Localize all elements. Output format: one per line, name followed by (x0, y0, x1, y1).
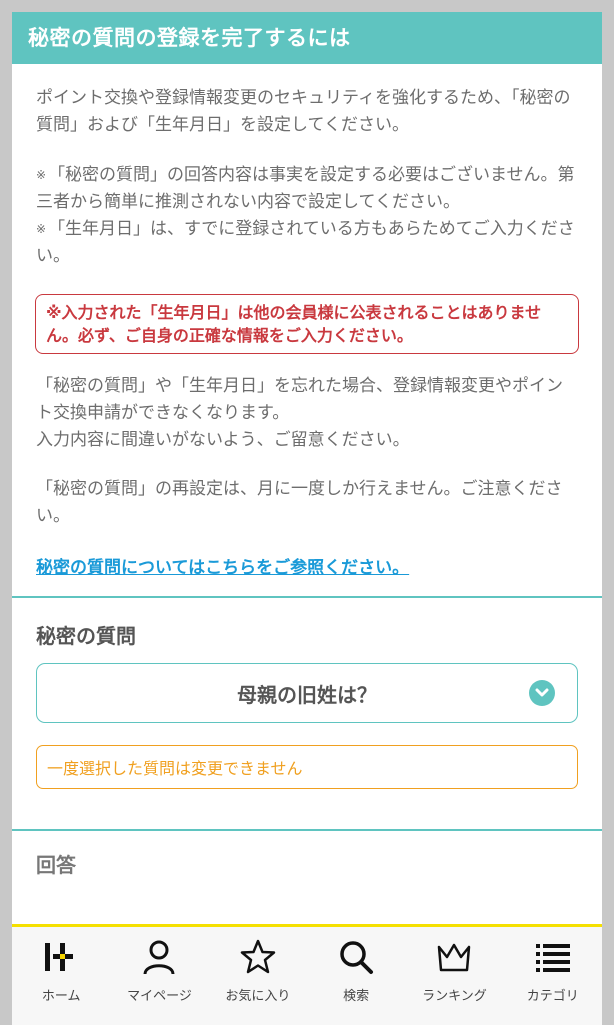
home-logo-icon (45, 943, 74, 971)
note-text: 「秘密の質問」の回答内容は事実を設定する必要はございません。第三者から簡単に推測… (36, 165, 575, 212)
tab-mypage[interactable]: マイページ (110, 927, 208, 1025)
chevron-down-icon (529, 680, 555, 706)
notes: ※ 「秘密の質問」の回答内容は事実を設定する必要はございません。第三者から簡単に推… (36, 162, 578, 270)
tab-label: マイページ (127, 989, 192, 1004)
registration-card: 秘密の質問の登録を完了するには ポイント交換や登録情報変更のセキュリティを強化す… (12, 12, 602, 1022)
tab-label: カテゴリ (526, 989, 579, 1004)
divider (12, 829, 602, 831)
tab-favorites[interactable]: お気に入り (209, 927, 307, 1025)
person-icon (143, 940, 175, 975)
list-icon (535, 944, 570, 972)
forget-warning-text: 「秘密の質問」や「生年月日」を忘れた場合、登録情報変更やポイント交換申請ができな… (36, 373, 578, 454)
note-text: 「生年月日」は、すでに登録されている方もあらためてご入力ください。 (36, 219, 575, 266)
question-label: 秘密の質問 (36, 624, 136, 648)
note-mark: ※ (36, 222, 47, 236)
answer-label: 回答 (36, 852, 76, 877)
tab-label: お気に入り (225, 989, 291, 1004)
help-link[interactable]: 秘密の質問についてはこちらをご参照ください。 (36, 554, 578, 582)
question-select[interactable]: 母親の旧姓は？ (36, 663, 578, 723)
forget-text-2: 入力内容に間違いがないよう、ご留意ください。 (36, 430, 410, 450)
question-selected-value: 母親の旧姓は？ (237, 682, 377, 707)
divider (12, 596, 602, 598)
star-icon (240, 939, 276, 974)
tab-search[interactable]: 検索 (307, 927, 405, 1025)
tab-label: ホーム (41, 989, 81, 1004)
tab-category[interactable]: カテゴリ (504, 927, 602, 1025)
bottom-tab-bar: ホーム マイページ お気に入り 検索 ランキング カテゴリ (12, 924, 602, 1025)
crown-icon (438, 943, 471, 972)
tab-home[interactable]: ホーム (12, 927, 110, 1025)
page-title: 秘密の質問の登録を完了するには (12, 12, 602, 64)
tab-label: ランキング (422, 989, 487, 1004)
tab-ranking[interactable]: ランキング (405, 927, 503, 1025)
info-section: ポイント交換や登録情報変更のセキュリティを強化するため、「秘密の質問」および「生… (12, 85, 602, 582)
intro-text: ポイント交換や登録情報変更のセキュリティを強化するため、「秘密の質問」および「生… (36, 88, 571, 135)
note-item: ※ 「秘密の質問」の回答内容は事実を設定する必要はございません。第三者から簡単に推… (36, 162, 578, 216)
question-notice: 一度選択した質問は変更できません (36, 745, 578, 789)
forget-text-1: 「秘密の質問」や「生年月日」を忘れた場合、登録情報変更やポイント交換申請ができな… (36, 376, 563, 423)
reset-limit-text: 「秘密の質問」の再設定は、月に一度しか行えません。ご注意ください。 (36, 479, 563, 526)
warning-box: ※入力された「生年月日」は他の会員様に公表されることはありません。必ず、ご自身の… (35, 294, 579, 354)
search-icon (340, 941, 374, 974)
tab-label: 検索 (343, 989, 370, 1004)
note-item: ※ 「生年月日」は、すでに登録されている方もあらためてご入力ください。 (36, 216, 578, 270)
note-mark: ※ (36, 168, 47, 182)
